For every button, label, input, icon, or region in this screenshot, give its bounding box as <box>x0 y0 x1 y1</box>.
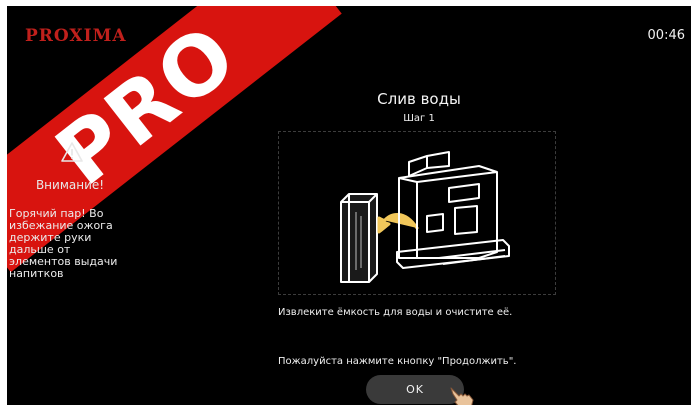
pointing-hand-icon <box>450 387 474 405</box>
warning-text: Горячий пар! Во избежание ожога держите … <box>9 208 133 280</box>
instruction-text: Извлеките ёмкость для воды и очистите её… <box>278 307 513 318</box>
brand-logo: PROXIMA <box>25 26 127 46</box>
warning-title: Внимание! <box>35 178 105 192</box>
machine-screen: PROXIMA 00:46 PRO Внимание! Горячий пар!… <box>7 6 691 405</box>
warning-triangle-icon <box>61 142 83 162</box>
step-label: Шаг 1 <box>403 113 435 124</box>
warning-line: напитков <box>9 267 64 280</box>
continue-prompt: Пожалуйста нажмите кнопку "Продолжить". <box>278 356 517 367</box>
coffee-machine-illustration <box>340 151 510 283</box>
water-tank-icon <box>340 193 378 283</box>
clock: 00:46 <box>647 28 685 43</box>
coffee-machine-icon <box>396 151 510 269</box>
illustration-frame <box>278 131 556 295</box>
page-title: Слив воды <box>377 90 461 108</box>
